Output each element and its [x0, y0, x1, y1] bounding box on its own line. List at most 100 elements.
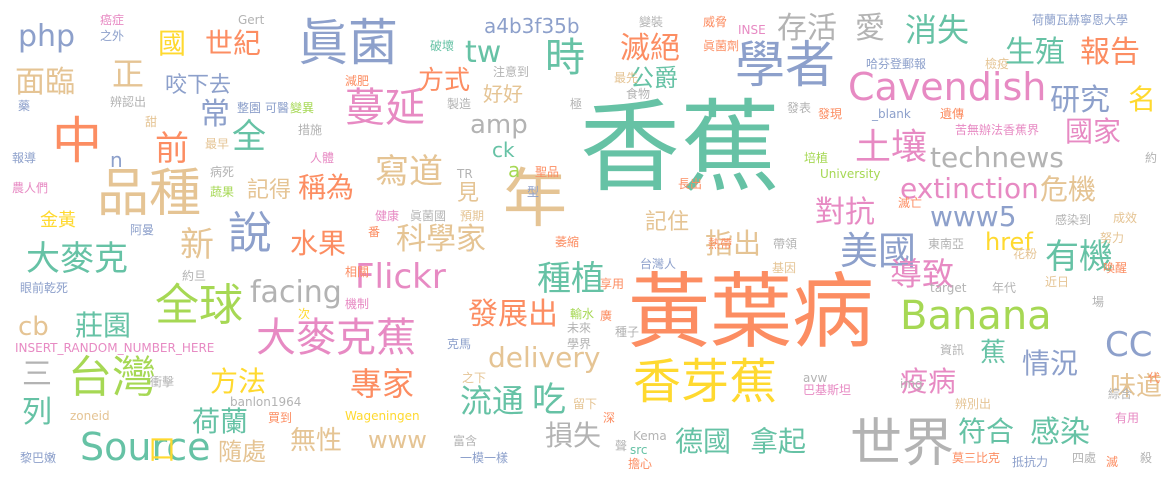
- word: 台灣人: [640, 257, 677, 271]
- word: target: [930, 281, 967, 295]
- word: 三: [22, 357, 52, 392]
- word: 黎巴嫩: [20, 451, 57, 465]
- word: 科學家: [396, 222, 486, 257]
- word: 大麥克蕉: [256, 315, 416, 361]
- word: 方法: [210, 365, 267, 398]
- word: 健康: [375, 209, 400, 223]
- word: 新: [180, 225, 214, 265]
- word: INSERT_RANDOM_NUMBER_HERE: [15, 341, 215, 355]
- word: 檢疫: [985, 57, 1010, 71]
- word: CC: [1105, 325, 1153, 365]
- word: 花粉: [1013, 247, 1038, 261]
- word: cb: [18, 312, 49, 342]
- word: 眞菌: [298, 14, 398, 72]
- word: 場: [1092, 295, 1105, 309]
- word: 記得: [247, 178, 292, 203]
- word: 有用: [1115, 411, 1140, 425]
- word: 之外: [100, 29, 125, 43]
- word: 享用: [600, 277, 625, 291]
- word: 預期: [460, 209, 485, 223]
- word: 世紀: [205, 27, 262, 60]
- word: University: [820, 167, 881, 181]
- word: 相關: [345, 265, 370, 279]
- word: 最先: [614, 71, 639, 85]
- word: 時: [545, 35, 585, 81]
- word: banlon1964: [230, 395, 302, 409]
- word: 次: [298, 307, 311, 321]
- word: 殺: [1140, 451, 1153, 465]
- word: 正: [112, 55, 145, 93]
- word: amp: [470, 110, 528, 140]
- word: 見: [457, 181, 480, 206]
- word: 報導: [12, 151, 37, 165]
- word: TR: [457, 167, 473, 181]
- word: tw: [465, 35, 502, 70]
- word: 無性: [290, 426, 343, 456]
- word: 存活: [777, 11, 837, 46]
- word: 報告: [1080, 35, 1140, 70]
- word: 甜: [145, 115, 158, 129]
- word: 衝擊: [150, 375, 175, 389]
- word: technews: [930, 141, 1064, 174]
- word: 發現: [818, 107, 843, 121]
- word: 前: [155, 129, 189, 169]
- word: 發表: [787, 101, 812, 115]
- word: 深: [603, 411, 616, 425]
- word: 方式: [418, 66, 471, 96]
- word: Kema: [633, 429, 667, 443]
- word: 留下: [573, 397, 598, 411]
- word: 熱帶: [708, 237, 733, 251]
- word: 全球: [155, 280, 243, 331]
- word: 買到: [268, 411, 293, 425]
- word: 研究: [1050, 83, 1110, 118]
- word: 專家: [350, 365, 415, 403]
- word: 名: [1128, 83, 1157, 116]
- word: 蔓延: [345, 85, 425, 131]
- word: 生殖: [1005, 35, 1065, 70]
- word: 近日: [1045, 275, 1070, 289]
- word: 台灣: [68, 352, 156, 403]
- word: 破壞: [430, 39, 455, 53]
- word: 一模一樣: [460, 451, 509, 465]
- word: 全: [232, 117, 266, 157]
- word: 約旦: [182, 269, 207, 283]
- word: 國: [158, 27, 187, 60]
- word: 吃: [532, 380, 566, 420]
- word: 四處: [1072, 451, 1097, 465]
- word: 未來: [567, 321, 592, 335]
- word: 莫三比克: [952, 451, 1001, 465]
- word: 成效: [1113, 211, 1138, 225]
- word: img: [900, 377, 923, 391]
- word: 荷蘭: [192, 405, 249, 438]
- word: 黃葉病: [628, 265, 875, 360]
- word: 喚醒: [1103, 261, 1128, 275]
- word: 愛: [855, 11, 885, 46]
- word: 廣: [600, 309, 613, 323]
- word: n: [110, 148, 123, 172]
- word: 培植: [804, 151, 829, 165]
- word: 威脅: [703, 15, 728, 29]
- word: 綜合: [1108, 387, 1133, 401]
- word: 符合: [958, 415, 1015, 448]
- word: 人體: [310, 151, 335, 165]
- word: 抵抗力: [1012, 455, 1049, 469]
- word: 資訊: [940, 343, 965, 357]
- word: 寫道: [375, 152, 443, 192]
- word: 巴基斯坦: [803, 383, 852, 397]
- word: 種子: [615, 325, 640, 339]
- word: 列: [22, 395, 52, 430]
- word: 學界: [567, 337, 592, 351]
- word: 阿曼: [130, 223, 155, 237]
- word: 學者: [735, 36, 835, 94]
- word: 帶領: [773, 237, 798, 251]
- word: Wageningen: [345, 409, 420, 423]
- word: 情況: [1022, 347, 1079, 380]
- word: a4b3f35b: [484, 14, 580, 38]
- word: facing: [250, 275, 342, 310]
- word: INSE: [738, 23, 766, 37]
- word: 哈芬登郵報: [866, 57, 927, 71]
- word: 流通: [460, 382, 525, 420]
- word: 年代: [992, 281, 1017, 295]
- word: 聖品: [535, 165, 560, 179]
- word: 種植: [537, 259, 605, 299]
